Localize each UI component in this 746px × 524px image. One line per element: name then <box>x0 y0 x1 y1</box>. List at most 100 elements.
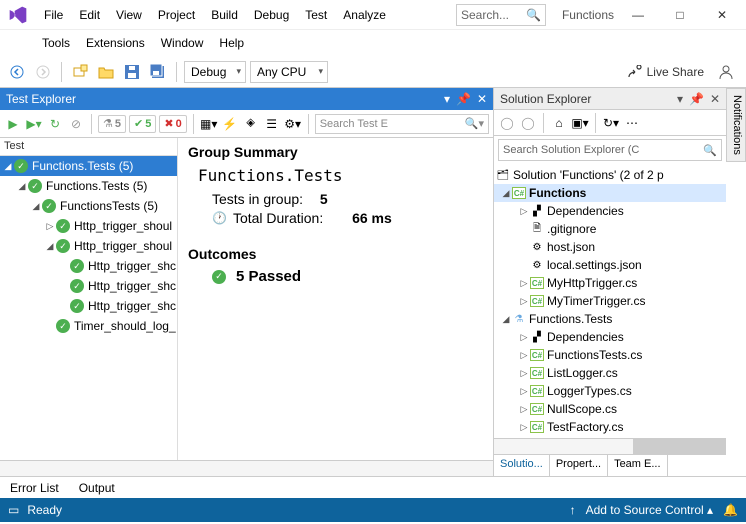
se-fwd-button[interactable]: ◯ <box>519 114 537 132</box>
search-icon: 🔍▾ <box>465 117 484 130</box>
tab-error-list[interactable]: Error List <box>0 478 69 498</box>
menu-project[interactable]: Project <box>150 4 203 26</box>
config-combo[interactable]: Debug <box>184 61 246 83</box>
menu-tools[interactable]: Tools <box>34 32 78 54</box>
save-all-button[interactable] <box>147 61 169 83</box>
solution-explorer-tabs: Solutio... Propert... Team E... <box>494 454 726 476</box>
pin-icon[interactable]: 📌 <box>689 92 704 106</box>
pin-icon[interactable]: 📌 <box>456 92 471 106</box>
solution-item[interactable]: ▷C#LoggerTypes.cs <box>494 382 726 400</box>
dropdown-icon[interactable]: ▾ <box>444 92 450 106</box>
repeat-button[interactable]: ↻ <box>46 115 64 133</box>
add-to-source-control[interactable]: Add to Source Control ▴ <box>586 503 713 517</box>
menu-debug[interactable]: Debug <box>246 4 297 26</box>
check-icon: ✓ <box>56 239 70 253</box>
solution-item[interactable]: 🗎.gitignore <box>494 220 726 238</box>
horizontal-scrollbar[interactable] <box>0 460 493 476</box>
notifications-tab[interactable]: Notifications <box>726 88 746 162</box>
nav-back-button[interactable] <box>6 61 28 83</box>
columns-button[interactable]: ☰ <box>263 115 281 133</box>
menu-help[interactable]: Help <box>211 32 252 54</box>
solution-item[interactable]: ⚙local.settings.json <box>494 256 726 274</box>
solution-item[interactable]: ▷C#ListLogger.cs <box>494 364 726 382</box>
se-home-button[interactable]: ⌂ <box>550 114 568 132</box>
menu-file[interactable]: File <box>36 4 71 26</box>
solution-item[interactable]: ▷C#TestFactory.cs <box>494 418 726 436</box>
json-file-icon: ⚙ <box>530 258 544 272</box>
run-all-button[interactable]: ▶ <box>4 115 22 133</box>
close-button[interactable]: ✕ <box>708 3 736 27</box>
run-button[interactable]: ▶▾ <box>25 115 43 133</box>
platform-combo[interactable]: Any CPU <box>250 61 328 83</box>
tab-solution[interactable]: Solutio... <box>494 455 550 476</box>
dropdown-icon[interactable]: ▾ <box>677 92 683 106</box>
test-tree-node[interactable]: ◢✓Functions.Tests (5) <box>0 156 177 176</box>
project-functions-tests[interactable]: ◢ ⚗ Functions.Tests <box>494 310 726 328</box>
menu-test[interactable]: Test <box>297 4 335 26</box>
notifications-icon[interactable]: 🔔 <box>723 503 738 517</box>
solution-item[interactable]: ▷▞Dependencies <box>494 202 726 220</box>
se-more-button[interactable]: ⋯ <box>623 114 641 132</box>
tests-fail-pill[interactable]: ✖ 0 <box>159 115 186 133</box>
open-button[interactable] <box>95 61 117 83</box>
menu-analyze[interactable]: Analyze <box>335 4 394 26</box>
user-icon[interactable] <box>718 64 734 80</box>
test-tree-node[interactable]: ✓Http_trigger_shc <box>0 256 177 276</box>
minimize-button[interactable]: ― <box>624 3 652 27</box>
chevron-right-icon: ▷ <box>518 206 530 217</box>
solution-item[interactable]: ▷C#NullScope.cs <box>494 400 726 418</box>
maximize-button[interactable]: □ <box>666 3 694 27</box>
vs-logo-icon <box>4 1 32 29</box>
filter-button[interactable]: ⚡ <box>221 115 239 133</box>
menu-bar-row2: Tools Extensions Window Help <box>0 30 746 56</box>
test-tree-node[interactable]: ◢✓Functions.Tests (5) <box>0 176 177 196</box>
tab-output[interactable]: Output <box>69 478 125 498</box>
menu-build[interactable]: Build <box>203 4 246 26</box>
test-tree-node[interactable]: ✓Http_trigger_shc <box>0 276 177 296</box>
title-search[interactable]: Search... 🔍 <box>456 4 546 26</box>
check-icon: ✓ <box>14 159 28 173</box>
close-panel-icon[interactable]: ✕ <box>710 92 720 106</box>
se-horizontal-scrollbar[interactable] <box>494 438 726 454</box>
solution-item[interactable]: ▷C#MyHttpTrigger.cs <box>494 274 726 292</box>
bottom-tool-tabs: Error List Output <box>0 476 746 498</box>
test-tree-node[interactable]: ◢✓Http_trigger_shoul <box>0 236 177 256</box>
test-tree-node[interactable]: ◢✓FunctionsTests (5) <box>0 196 177 216</box>
save-button[interactable] <box>121 61 143 83</box>
test-tree-node[interactable]: ✓Timer_should_log_ <box>0 316 177 336</box>
solution-node[interactable]: 🗂 Solution 'Functions' (2 of 2 p <box>494 166 726 184</box>
solution-item[interactable]: ▷▞Dependencies <box>494 328 726 346</box>
tests-pass-pill[interactable]: ✔ 5 <box>129 115 156 133</box>
hierarchy-button[interactable]: 🞛 <box>242 115 260 133</box>
nav-fwd-button[interactable] <box>32 61 54 83</box>
se-back-button[interactable]: ◯ <box>498 114 516 132</box>
publish-icon[interactable]: ↑ <box>570 503 576 517</box>
menu-view[interactable]: View <box>108 4 150 26</box>
se-refresh-button[interactable]: ↻▾ <box>602 114 620 132</box>
tests-total-pill[interactable]: ⚗ 5 <box>98 115 126 133</box>
test-tree-header[interactable]: Test <box>0 138 177 156</box>
solution-tree: 🗂 Solution 'Functions' (2 of 2 p ◢ C# Fu… <box>494 164 726 438</box>
solution-item[interactable]: ⚙host.json <box>494 238 726 256</box>
menu-extensions[interactable]: Extensions <box>78 32 153 54</box>
stop-button[interactable]: ⊘ <box>67 115 85 133</box>
menu-edit[interactable]: Edit <box>71 4 108 26</box>
dependencies-icon: ▞ <box>530 204 544 218</box>
group-summary-heading: Group Summary <box>188 144 483 160</box>
test-search[interactable]: Search Test E 🔍▾ <box>315 114 489 134</box>
close-panel-icon[interactable]: ✕ <box>477 92 487 106</box>
live-share-button[interactable]: Live Share <box>627 64 740 80</box>
test-tree-node[interactable]: ✓Http_trigger_shc <box>0 296 177 316</box>
playlist-button[interactable]: ▦▾ <box>200 115 218 133</box>
project-functions[interactable]: ◢ C# Functions <box>494 184 726 202</box>
se-switch-button[interactable]: ▣▾ <box>571 114 589 132</box>
new-project-button[interactable] <box>69 61 91 83</box>
tab-team-explorer[interactable]: Team E... <box>608 455 667 476</box>
menu-window[interactable]: Window <box>153 32 212 54</box>
tab-properties[interactable]: Propert... <box>550 455 608 476</box>
settings-button[interactable]: ⚙▾ <box>284 115 302 133</box>
test-tree-node[interactable]: ▷✓Http_trigger_shoul <box>0 216 177 236</box>
solution-search[interactable]: Search Solution Explorer (C 🔍 <box>498 139 722 161</box>
solution-item[interactable]: ▷C#FunctionsTests.cs <box>494 346 726 364</box>
solution-item[interactable]: ▷C#MyTimerTrigger.cs <box>494 292 726 310</box>
